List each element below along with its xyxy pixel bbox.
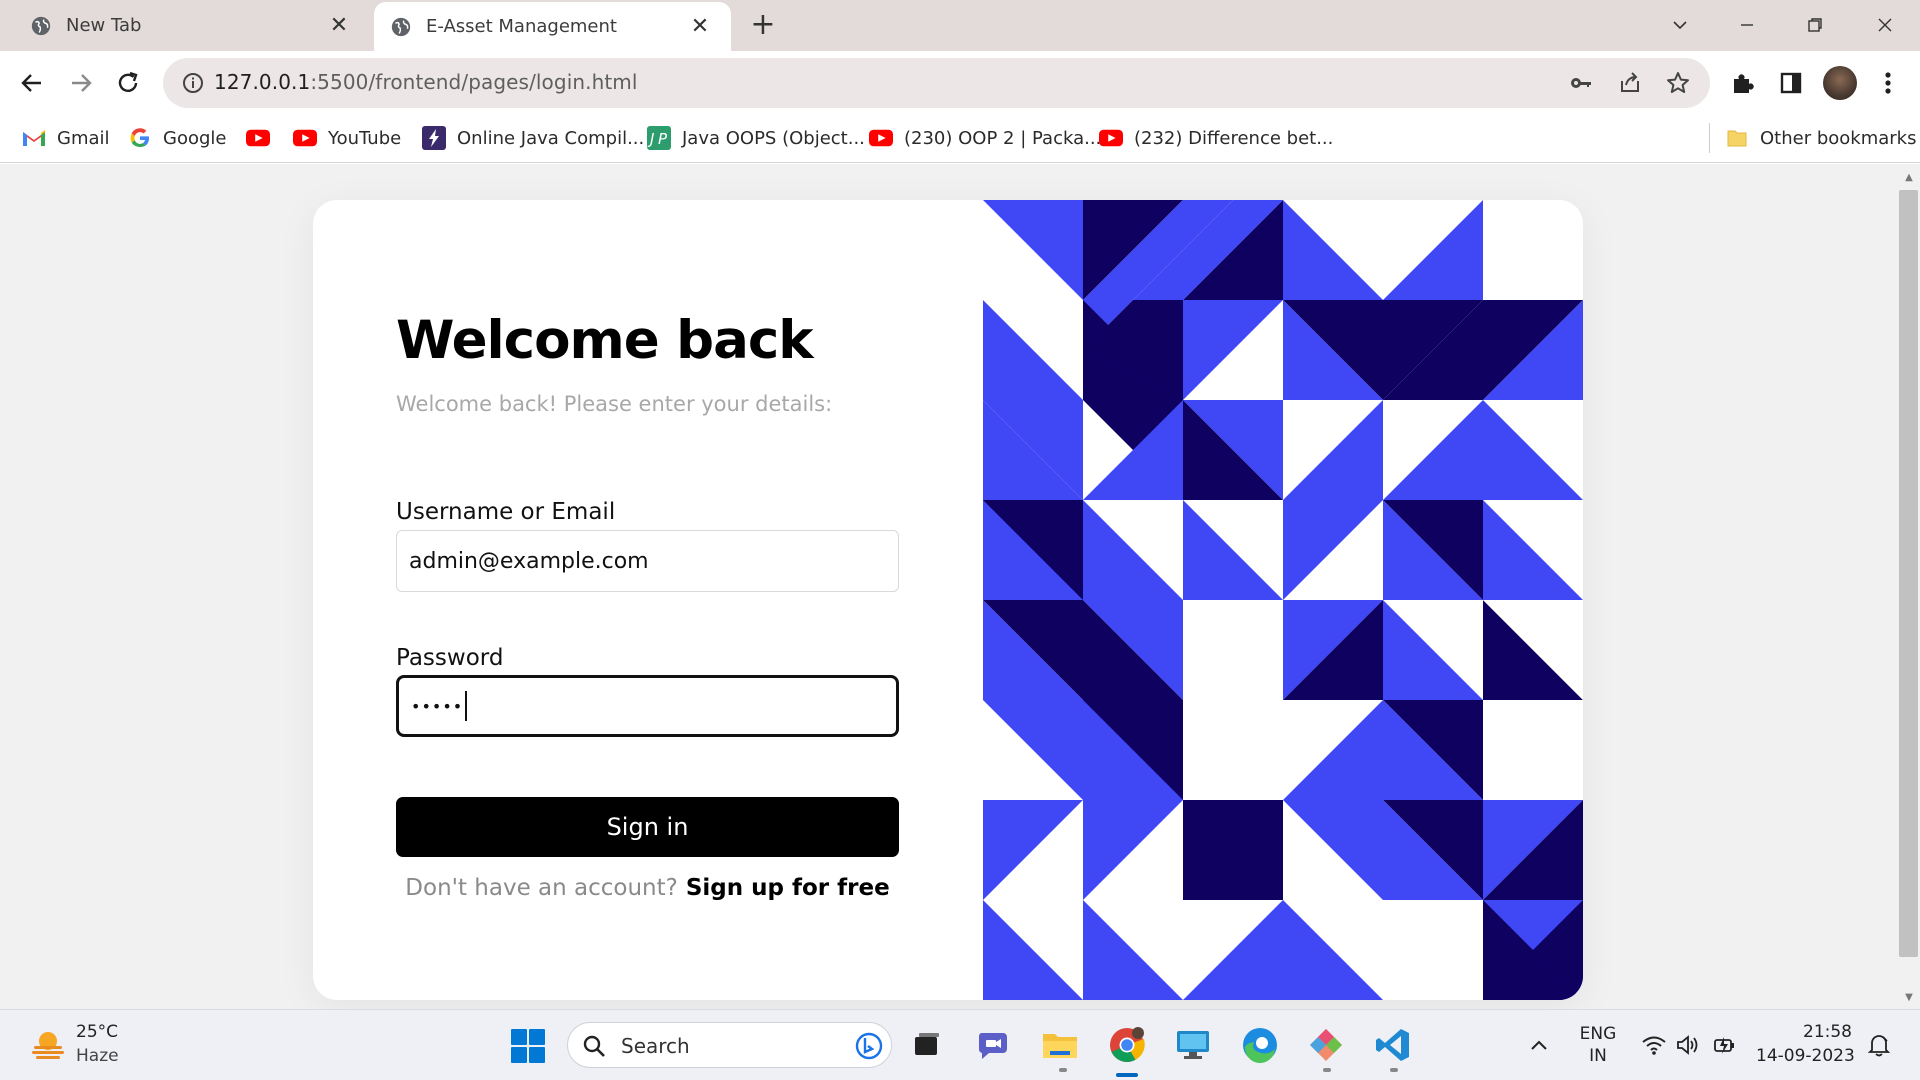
bookmark-difference-between[interactable]: (232) Difference bet...	[1099, 115, 1333, 161]
youtube-icon	[246, 126, 270, 150]
username-label: Username or Email	[396, 499, 616, 525]
page-subtitle: Welcome back! Please enter your details:	[396, 392, 833, 416]
password-input[interactable]: •••••	[396, 675, 899, 737]
chrome-icon[interactable]	[1108, 1026, 1146, 1064]
scroll-up-icon[interactable]: ▲	[1898, 168, 1920, 186]
language-indicator-top[interactable]: ENG	[1576, 1024, 1620, 1044]
address-bar[interactable]: 127.0.0.1:5500/frontend/pages/login.html	[163, 58, 1710, 108]
active-app-indicator	[1116, 1073, 1138, 1077]
globe-icon	[391, 17, 411, 36]
bookmark-google[interactable]: Google	[128, 115, 226, 161]
remote-desktop-icon[interactable]	[1174, 1026, 1212, 1064]
signup-link[interactable]: Sign up for free	[686, 875, 890, 901]
text-caret	[465, 691, 468, 721]
close-icon[interactable]: ✕	[328, 13, 350, 38]
weather-temp: 25°C	[76, 1022, 119, 1042]
google-icon	[128, 126, 152, 150]
notifications-icon[interactable]	[1860, 1026, 1898, 1064]
chevron-up-icon[interactable]	[1520, 1026, 1558, 1064]
forward-icon[interactable]	[65, 67, 97, 99]
tab-e-asset-management[interactable]: E-Asset Management ✕	[374, 2, 731, 51]
scroll-down-icon[interactable]: ▼	[1898, 988, 1920, 1006]
tab-title: E-Asset Management	[426, 16, 617, 37]
page-title: Welcome back	[396, 310, 814, 371]
login-card: Welcome back Welcome back! Please enter …	[313, 200, 1583, 1000]
page-viewport: Welcome back Welcome back! Please enter …	[0, 164, 1898, 1009]
password-value: •••••	[411, 696, 464, 716]
bolt-icon	[422, 126, 446, 150]
running-indicator	[1059, 1068, 1067, 1072]
minimize-icon[interactable]	[1732, 10, 1762, 40]
back-icon[interactable]	[16, 67, 48, 99]
bookmark-java-oops[interactable]: JP Java OOPS (Object...	[647, 115, 865, 161]
teams-chat-icon[interactable]	[975, 1026, 1013, 1064]
new-tab-button[interactable]: +	[748, 10, 778, 40]
battery-charging-icon[interactable]	[1706, 1026, 1744, 1064]
geometric-pattern-image	[983, 200, 1583, 1000]
bookmark-youtube-unnamed[interactable]	[246, 115, 281, 161]
username-value: admin@example.com	[409, 548, 649, 574]
youtube-icon	[869, 126, 893, 150]
svg-text:P: P	[658, 130, 668, 148]
taskbar-search[interactable]: Search	[567, 1022, 892, 1068]
side-panel-icon[interactable]	[1776, 68, 1806, 98]
tab-search-chevron-icon[interactable]	[1665, 10, 1695, 40]
password-label: Password	[396, 645, 504, 671]
signup-prompt: Don't have an account? Sign up for free	[396, 863, 899, 913]
sign-in-button[interactable]: Sign in	[396, 797, 899, 857]
youtube-icon	[1099, 126, 1123, 150]
wifi-icon[interactable]	[1635, 1026, 1673, 1064]
browser-toolbar: 127.0.0.1:5500/frontend/pages/login.html	[0, 51, 1920, 115]
bookmark-youtube[interactable]: YouTube	[293, 115, 401, 161]
bookmarks-bar: Gmail Google YouTube Online Java Compil.…	[0, 115, 1920, 163]
bookmark-gmail[interactable]: Gmail	[22, 115, 110, 161]
close-icon[interactable]: ✕	[689, 14, 711, 39]
running-indicator	[1390, 1068, 1398, 1072]
haze-weather-icon[interactable]	[28, 1024, 68, 1064]
more-menu-icon[interactable]	[1873, 68, 1903, 98]
windows-start-icon[interactable]	[510, 1028, 546, 1064]
bookmark-online-java-compiler[interactable]: Online Java Compil...	[422, 115, 644, 161]
bookmark-other-bookmarks[interactable]: Other bookmarks	[1725, 115, 1916, 161]
vscode-icon[interactable]	[1374, 1026, 1412, 1064]
windows-taskbar: 25°C Haze Search ENG IN 21:58 14-09-2023	[0, 1009, 1920, 1080]
search-icon	[583, 1035, 605, 1057]
jp-icon: JP	[647, 126, 671, 150]
bing-icon[interactable]	[855, 1032, 883, 1060]
share-icon[interactable]	[1618, 71, 1642, 95]
edge-icon[interactable]	[1241, 1026, 1279, 1064]
running-indicator	[1323, 1068, 1331, 1072]
scrollbar-thumb[interactable]	[1899, 190, 1918, 957]
url-text[interactable]: 127.0.0.1:5500/frontend/pages/login.html	[214, 70, 638, 94]
username-input[interactable]: admin@example.com	[396, 530, 899, 592]
bookmark-oop-2-packages[interactable]: (230) OOP 2 | Packa...	[869, 115, 1101, 161]
tab-strip: New Tab ✕ E-Asset Management ✕ +	[0, 0, 1920, 51]
weather-desc: Haze	[76, 1046, 119, 1066]
volume-icon[interactable]	[1669, 1026, 1707, 1064]
youtube-icon	[293, 126, 317, 150]
task-view-icon[interactable]	[908, 1026, 946, 1064]
reload-icon[interactable]	[112, 67, 144, 99]
star-icon[interactable]	[1666, 71, 1690, 95]
tab-new-tab[interactable]: New Tab ✕	[0, 0, 370, 51]
signup-prompt-text: Don't have an account?	[405, 875, 678, 901]
bookmarks-separator	[1709, 123, 1710, 153]
git-icon[interactable]	[1307, 1026, 1345, 1064]
file-explorer-icon[interactable]	[1041, 1026, 1079, 1064]
window-close-icon[interactable]	[1870, 10, 1900, 40]
key-icon[interactable]	[1569, 71, 1593, 95]
gmail-icon	[22, 126, 46, 150]
tab-title: New Tab	[66, 15, 142, 36]
extensions-icon[interactable]	[1728, 68, 1758, 98]
info-icon[interactable]	[181, 71, 205, 95]
profile-avatar[interactable]	[1823, 66, 1857, 100]
clock-date: 14-09-2023	[1756, 1046, 1855, 1066]
clock-time[interactable]: 21:58	[1756, 1022, 1852, 1042]
globe-icon	[31, 16, 51, 35]
restore-icon[interactable]	[1800, 10, 1830, 40]
folder-icon	[1725, 126, 1749, 150]
search-placeholder: Search	[621, 1034, 690, 1058]
language-indicator-bottom: IN	[1589, 1046, 1607, 1066]
